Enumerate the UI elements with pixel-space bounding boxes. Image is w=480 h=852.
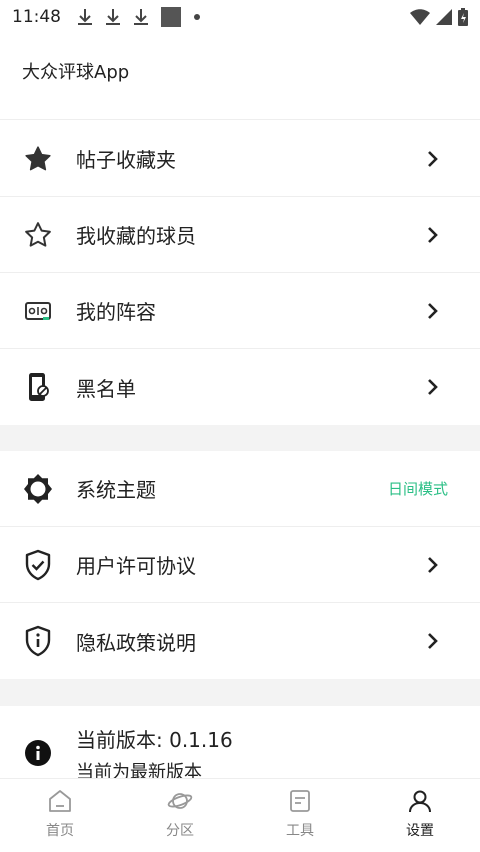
settings-item-favorite-players[interactable]: 我收藏的球员 [0, 197, 480, 273]
section-divider [0, 425, 480, 451]
status-bar: 11:48 [0, 0, 480, 34]
blocked-phone-icon [22, 371, 54, 403]
home-icon [49, 789, 71, 812]
settings-item-label: 隐私政策说明 [76, 630, 196, 655]
image-icon [161, 7, 181, 27]
status-system-icons [410, 8, 468, 26]
download-icon [106, 9, 120, 25]
chevron-right-icon [428, 150, 438, 167]
section-divider [0, 679, 480, 706]
version-title: 当前版本: 0.1.16 [76, 728, 233, 752]
chevron-right-icon [428, 556, 438, 573]
profile-icon [409, 790, 431, 812]
settings-item-post-favorites[interactable]: 帖子收藏夹 [0, 121, 480, 197]
settings-item-label: 我的阵容 [76, 300, 156, 324]
nav-label: 设置 [406, 822, 434, 839]
settings-item-label: 帖子收藏夹 [76, 148, 176, 172]
settings-group-1: 帖子收藏夹 我收藏的球员 我的阵容 黑名单 [0, 121, 480, 425]
status-time: 11:48 [12, 7, 61, 27]
status-notification-icons [77, 7, 201, 27]
signal-icon [436, 9, 452, 25]
settings-item-privacy-policy[interactable]: 隐私政策说明 [0, 603, 480, 679]
settings-item-label: 系统主题 [76, 478, 156, 502]
shield-check-icon [22, 549, 54, 581]
version-info: 当前版本: 0.1.16 当前为最新版本 [0, 706, 480, 783]
star-filled-icon [22, 143, 54, 175]
settings-item-user-agreement[interactable]: 用户许可协议 [0, 527, 480, 603]
theme-icon [22, 473, 54, 505]
nav-tools[interactable]: 工具 [240, 779, 360, 852]
settings-item-label: 用户许可协议 [76, 554, 196, 578]
lineup-icon [22, 295, 54, 327]
battery-icon [458, 8, 468, 26]
nav-home[interactable]: 首页 [0, 779, 120, 852]
chevron-right-icon [428, 379, 438, 395]
settings-item-label: 黑名单 [76, 376, 136, 401]
star-outline-icon [22, 219, 54, 251]
nav-label: 工具 [286, 822, 314, 839]
shield-info-icon [22, 625, 54, 657]
nav-label: 分区 [166, 822, 194, 839]
theme-mode-value: 日间模式 [387, 480, 448, 498]
settings-item-my-lineup[interactable]: 我的阵容 [0, 273, 480, 349]
wifi-icon [410, 9, 430, 25]
chevron-right-icon [428, 302, 438, 319]
dot-icon [194, 14, 200, 20]
chevron-right-icon [428, 226, 438, 243]
settings-item-blacklist[interactable]: 黑名单 [0, 349, 480, 425]
download-icon [134, 9, 148, 25]
settings-group-2: 系统主题 日间模式 用户许可协议 隐私政策说明 [0, 451, 480, 679]
planet-icon [167, 792, 193, 809]
chevron-right-icon [428, 633, 438, 649]
settings-item-system-theme[interactable]: 系统主题 日间模式 [0, 451, 480, 527]
nav-settings[interactable]: 设置 [360, 779, 480, 852]
nav-label: 首页 [46, 822, 74, 839]
nav-sections[interactable]: 分区 [120, 779, 240, 852]
tools-icon [290, 789, 310, 812]
app-title: 大众评球App [22, 62, 130, 83]
info-icon [22, 737, 54, 769]
settings-item-label: 我收藏的球员 [76, 224, 196, 248]
app-header: 大众评球App [0, 34, 480, 120]
download-icon [78, 9, 92, 25]
bottom-nav: 首页 分区 工具 设置 [0, 778, 480, 852]
